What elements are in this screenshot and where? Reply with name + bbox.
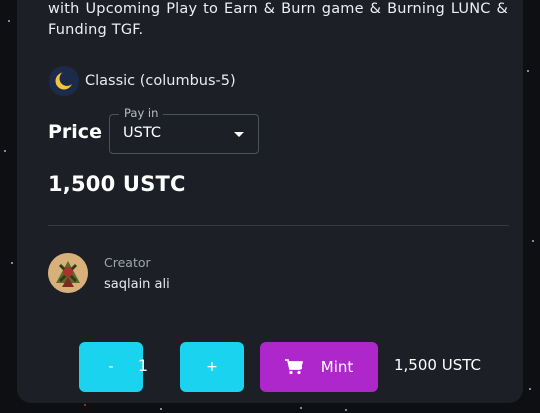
chain-badge: Classic (columbus-5)	[49, 66, 236, 96]
decrement-quantity-button[interactable]: -	[79, 342, 143, 392]
pay-in-legend: Pay in	[119, 106, 164, 120]
star-dot	[11, 262, 13, 264]
caret-down-icon	[234, 132, 244, 137]
price-amount: 1,500 USTC	[48, 172, 186, 196]
terra-classic-moon-icon	[49, 66, 79, 96]
pay-in-selected-value: USTC	[123, 125, 161, 141]
price-label: Price	[48, 121, 102, 143]
star-dot	[300, 407, 302, 409]
star-dot	[532, 240, 534, 242]
section-divider	[48, 225, 509, 226]
creator-avatar[interactable]	[48, 253, 88, 293]
pay-in-select[interactable]: Pay in USTC	[109, 106, 259, 154]
star-dot	[8, 20, 10, 22]
cart-icon	[284, 359, 303, 375]
star-dot	[345, 409, 347, 411]
nft-description: the town. With these NFTs we are bringin…	[48, 1, 508, 38]
mint-label: Mint	[320, 358, 354, 376]
creator-label: Creator	[104, 254, 151, 270]
creator-block[interactable]: Creator saqlain ali	[48, 253, 170, 293]
star-dot	[160, 408, 162, 410]
quantity-value: 1	[137, 356, 149, 375]
creator-name[interactable]: saqlain ali	[104, 277, 170, 292]
star-dot	[527, 70, 529, 72]
chain-label: Classic (columbus-5)	[85, 73, 236, 89]
increment-quantity-button[interactable]: +	[180, 342, 244, 392]
star-dot	[84, 404, 86, 406]
mint-total: 1,500 USTC	[394, 356, 481, 374]
star-dot	[529, 388, 531, 390]
star-dot	[4, 150, 6, 152]
mint-button[interactable]: Mint	[260, 342, 378, 392]
